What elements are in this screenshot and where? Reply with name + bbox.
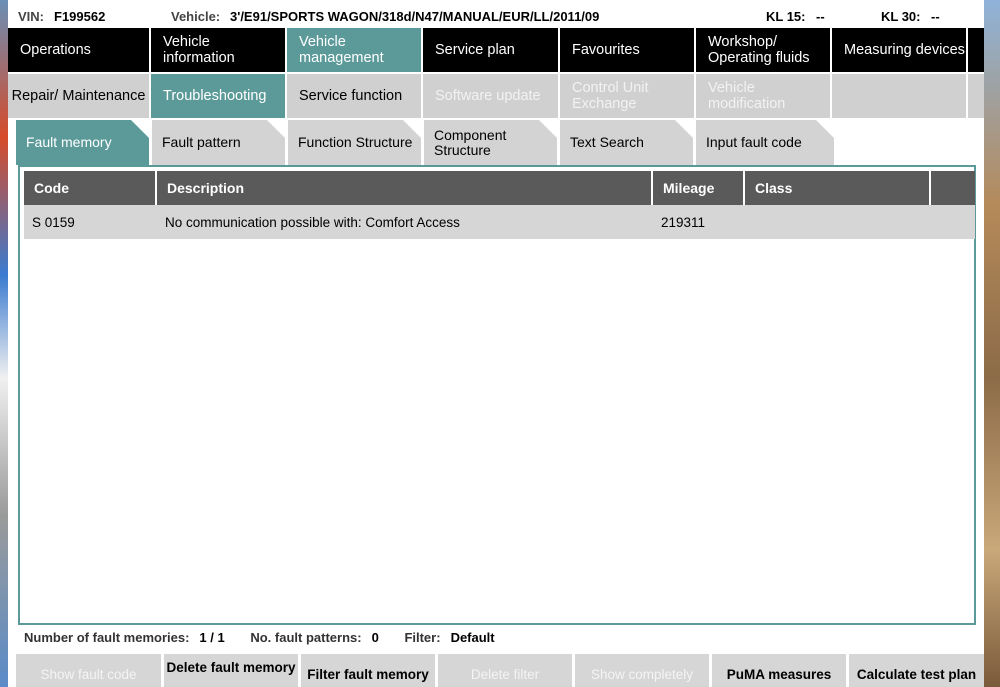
sub-navigation: Repair/ Maintenance Troubleshooting Serv… — [8, 72, 984, 118]
delete-fault-memory-button[interactable]: Delete fault memory — [164, 654, 298, 687]
main-tab-vehicle-information[interactable]: Vehicle information — [151, 28, 287, 72]
sub-nav-empty-slot — [832, 74, 968, 118]
tab-function-structure[interactable]: Function Structure — [288, 120, 421, 165]
column-header-mileage[interactable]: Mileage — [653, 171, 745, 205]
main-tab-service-plan[interactable]: Service plan — [423, 28, 560, 72]
fault-summary-status: Number of fault memories: 1 / 1 No. fault… — [24, 630, 517, 648]
cell-mileage: 219311 — [661, 214, 706, 230]
sub-tab-service-function[interactable]: Service function — [287, 74, 423, 118]
tab-fault-memory[interactable]: Fault memory — [16, 120, 149, 165]
kl30-label: KL 30: — [881, 9, 921, 24]
sub-tab-vehicle-modification[interactable]: Vehicle modification — [696, 74, 832, 118]
main-tab-measuring-devices[interactable]: Measuring devices — [832, 28, 968, 72]
tab-component-structure[interactable]: Component Structure — [424, 120, 557, 165]
main-tab-workshop-operating-fluids[interactable]: Workshop/ Operating fluids — [696, 28, 832, 72]
tab-fault-pattern[interactable]: Fault pattern — [152, 120, 285, 165]
column-header-class[interactable]: Class — [745, 171, 931, 205]
sub-nav-filler — [968, 74, 984, 118]
vehicle-label: Vehicle: — [171, 9, 221, 24]
kl15-value: -- — [816, 9, 825, 24]
filter-label: Filter: — [404, 630, 441, 645]
main-tab-favourites[interactable]: Favourites — [560, 28, 696, 72]
table-row[interactable]: S 0159 No communication possible with: C… — [24, 205, 975, 239]
sub-tab-repair-maintenance[interactable]: Repair/ Maintenance — [8, 74, 151, 118]
main-tab-vehicle-management[interactable]: Vehicle management — [287, 28, 423, 72]
fault-memory-panel: Code Description Mileage Class S 0159 No… — [18, 165, 976, 625]
main-navigation: Operations Vehicle information Vehicle m… — [8, 28, 984, 72]
sub-tab-control-unit-exchange[interactable]: Control Unit Exchange — [560, 74, 696, 118]
cell-description: No communication possible with: Comfort … — [165, 214, 460, 230]
column-header-description[interactable]: Description — [157, 171, 653, 205]
vin-label: VIN: — [18, 9, 44, 24]
tab-input-fault-code[interactable]: Input fault code — [696, 120, 834, 165]
show-fault-code-button[interactable]: Show fault code — [16, 654, 161, 687]
fault-memories-label: Number of fault memories: — [24, 630, 190, 645]
ista-application-window: VIN: F199562 Vehicle: 3'/E91/SPORTS WAGO… — [8, 0, 984, 687]
delete-filter-button[interactable]: Delete filter — [438, 654, 572, 687]
puma-measures-button[interactable]: PuMA measures — [712, 654, 846, 687]
cell-class — [745, 205, 931, 239]
kl15-label: KL 15: — [766, 9, 806, 24]
column-header-code[interactable]: Code — [24, 171, 157, 205]
kl30-value: -- — [931, 9, 940, 24]
vehicle-info-bar: VIN: F199562 Vehicle: 3'/E91/SPORTS WAGO… — [8, 6, 984, 26]
fault-patterns-label: No. fault patterns: — [250, 630, 362, 645]
fault-memories-value: 1 / 1 — [199, 630, 225, 645]
column-header-extra — [931, 171, 975, 205]
vehicle-value: 3'/E91/SPORTS WAGON/318d/N47/MANUAL/EUR/… — [230, 9, 600, 24]
main-tab-operations[interactable]: Operations — [8, 28, 151, 72]
fault-patterns-value: 0 — [371, 630, 379, 645]
sub-tab-software-update[interactable]: Software update — [423, 74, 560, 118]
cell-code: S 0159 — [32, 214, 75, 230]
fault-table-header: Code Description Mileage Class — [24, 171, 975, 205]
sub-tab-troubleshooting[interactable]: Troubleshooting — [151, 74, 287, 118]
filter-fault-memory-button[interactable]: Filter fault memory — [301, 654, 435, 687]
show-completely-button[interactable]: Show completely — [575, 654, 709, 687]
desktop-background-right — [984, 0, 1000, 687]
action-button-bar: Show fault code Delete fault memory Filt… — [16, 654, 984, 687]
calculate-test-plan-button[interactable]: Calculate test plan — [849, 654, 984, 687]
vin-value: F199562 — [54, 9, 106, 24]
tab-text-search[interactable]: Text Search — [560, 120, 693, 165]
filter-value: Default — [450, 630, 495, 645]
main-nav-filler — [968, 28, 984, 72]
